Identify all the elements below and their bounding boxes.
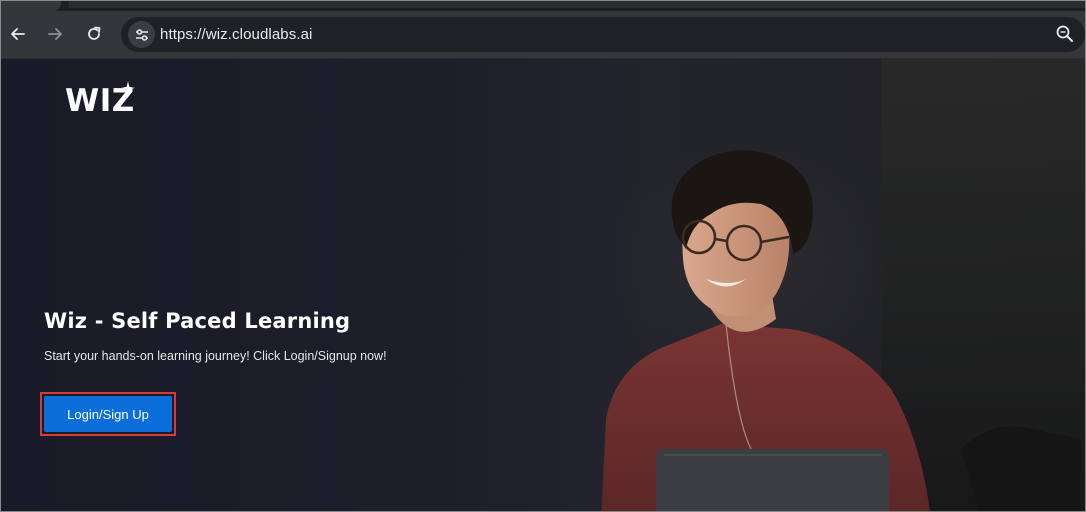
forward-button[interactable] — [42, 21, 68, 47]
hero-subtitle: Start your hands-on learning journey! Cl… — [44, 349, 387, 363]
reload-button[interactable] — [81, 21, 107, 47]
hero-section: WIZ Wiz - Self Paced Learning Start your… — [1, 59, 1085, 511]
sparkle-icon — [121, 81, 135, 95]
browser-toolbar: https://wiz.cloudlabs.ai — [1, 11, 1085, 58]
reload-icon — [88, 26, 101, 40]
site-info-button[interactable] — [128, 21, 155, 48]
zoom-button[interactable] — [1055, 24, 1075, 49]
tab-strip — [1, 1, 1085, 11]
back-arrow-icon — [11, 28, 25, 40]
back-button[interactable] — [5, 21, 31, 47]
tune-icon — [135, 28, 148, 41]
url-text[interactable]: https://wiz.cloudlabs.ai — [160, 26, 312, 43]
tab-strip-bar — [69, 1, 1085, 8]
active-tab-edge[interactable] — [1, 1, 61, 11]
zoom-icon — [1056, 25, 1073, 42]
hero-title: Wiz - Self Paced Learning — [44, 309, 351, 333]
forward-arrow-icon — [48, 28, 62, 40]
login-signup-button[interactable]: Login/Sign Up — [44, 396, 172, 432]
browser-window: https://wiz.cloudlabs.ai WIZ Wiz - Self … — [0, 0, 1086, 512]
address-bar[interactable]: https://wiz.cloudlabs.ai — [121, 17, 1085, 52]
hero-photo — [601, 150, 1081, 511]
